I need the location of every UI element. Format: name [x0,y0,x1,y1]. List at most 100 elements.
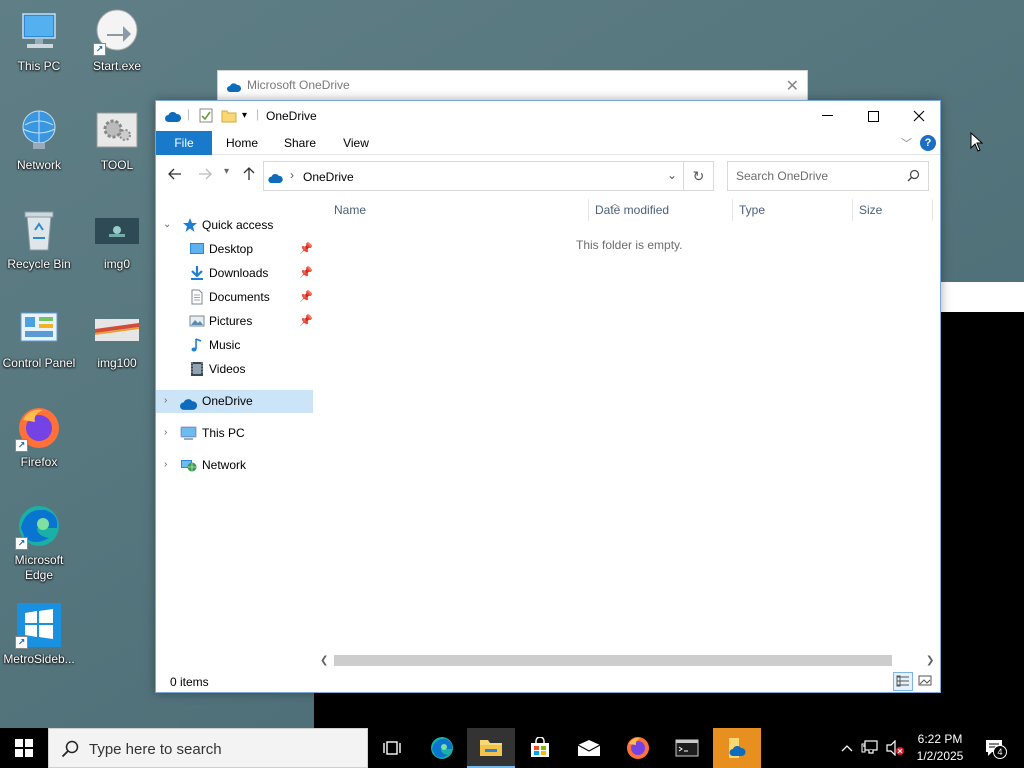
scroll-right-icon[interactable]: ❯ [926,652,934,669]
taskbar-firefox-button[interactable] [614,728,662,768]
refresh-button[interactable]: ↻ [684,161,714,191]
taskbar-search-placeholder: Type here to search [89,741,222,758]
taskbar-search-box[interactable]: Type here to search [48,728,368,768]
taskbar: Type here to search 6:22 PM 1/2/2025 4 [0,728,1024,768]
address-dropdown-chevron-icon[interactable]: ⌄ [667,168,677,182]
file-explorer-window[interactable]: | ▾ | OneDrive File Home Share View ﹀ ? [155,100,941,693]
edge-icon: ↗ [15,502,63,550]
start-button[interactable] [0,728,48,768]
star-icon [182,217,198,233]
forward-button[interactable] [198,167,212,183]
windows-tiles-icon: ↗ [15,601,63,649]
task-view-button[interactable] [368,728,416,768]
desktop-icon-network[interactable]: Network [0,107,78,173]
column-header-type[interactable]: Type [739,203,765,217]
breadcrumb-chevron-icon[interactable]: › [290,168,294,182]
nav-item-music[interactable]: Music [189,334,311,356]
address-bar[interactable]: › OneDrive ⌄ [263,161,684,191]
desktop-icon-start-exe[interactable]: ↗ Start.exe [78,8,156,74]
search-input[interactable] [736,169,896,183]
nav-label: This PC [202,426,245,440]
onedrive-cloud-icon [268,172,283,186]
tab-file[interactable]: File [156,131,212,155]
desktop-icon-img100[interactable]: img100 [78,305,156,371]
expand-chevron-icon[interactable]: › [164,459,167,470]
tab-view[interactable]: View [338,131,374,155]
desktop-icon-control-panel[interactable]: Control Panel [0,305,78,371]
expand-ribbon-chevron-icon[interactable]: ﹀ [901,135,912,151]
volume-tray-button[interactable] [884,728,906,768]
image-file-icon [93,206,141,254]
desktop-icon-tool[interactable]: TOOL [78,107,156,173]
column-divider[interactable] [852,199,853,221]
pin-icon[interactable]: 📌 [299,310,313,332]
breadcrumb-onedrive[interactable]: OneDrive [303,170,354,184]
pin-icon[interactable]: 📌 [299,262,313,284]
details-view-button[interactable] [893,672,913,691]
desktop-icon-firefox[interactable]: ↗ Firefox [0,404,78,470]
desktop-icon-metrosidebar[interactable]: ↗ MetroSideb... [0,601,78,667]
title-bar[interactable]: | ▾ | OneDrive [156,101,940,131]
desktop-icon-label: Recycle Bin [7,257,71,271]
taskbar-file-explorer-button[interactable] [467,728,515,768]
close-icon[interactable]: ✕ [786,76,799,96]
desktop-icon-recycle-bin[interactable]: Recycle Bin [0,206,78,272]
new-folder-icon[interactable] [221,108,237,126]
onedrive-setup-window[interactable]: Microsoft OneDrive ✕ [217,70,808,102]
collapse-chevron-icon[interactable]: ⌄ [163,219,171,230]
window-title: OneDrive [266,109,317,123]
notification-badge: 4 [993,745,1007,759]
nav-item-pictures[interactable]: Pictures 📌 [189,310,313,332]
nav-item-documents[interactable]: Documents 📌 [189,286,313,308]
desktop-icon-img0[interactable]: img0 [78,206,156,272]
show-hidden-icons-button[interactable] [838,728,856,768]
tab-home[interactable]: Home [220,131,264,155]
action-center-button[interactable]: 4 [980,728,1010,768]
scroll-left-icon[interactable]: ❮ [320,652,328,669]
customize-toolbar-chevron-icon[interactable]: ▾ [242,110,247,121]
back-button[interactable] [168,167,182,183]
help-icon[interactable]: ? [920,135,936,151]
network-tray-button[interactable] [860,728,880,768]
column-header-name[interactable]: Name [334,203,366,217]
column-header-date-modified[interactable]: Date modified [595,203,669,217]
pictures-icon [189,313,205,329]
column-divider[interactable] [732,199,733,221]
desktop-white-strip [940,282,1024,312]
network-monitor-icon [861,740,878,754]
taskbar-clock[interactable]: 6:22 PM 1/2/2025 [912,731,968,765]
taskbar-onedrive-setup-button[interactable] [713,728,761,768]
image-file-icon [93,305,141,353]
column-header-size[interactable]: Size [859,203,882,217]
column-divider[interactable] [588,199,589,221]
taskbar-edge-button[interactable] [418,728,466,768]
properties-check-icon[interactable] [199,108,213,126]
pin-icon[interactable]: 📌 [299,286,313,308]
horizontal-scrollbar[interactable]: ❮ ❯ [314,652,942,669]
expand-chevron-icon[interactable]: › [164,395,167,406]
up-button[interactable] [243,167,255,184]
recent-locations-chevron-icon[interactable]: ▾ [224,166,229,177]
scrollbar-thumb[interactable] [334,655,892,666]
search-box[interactable] [727,161,929,191]
expand-chevron-icon[interactable]: › [164,427,167,438]
desktop-icon-this-pc[interactable]: This PC [0,8,78,74]
tab-share[interactable]: Share [280,131,320,155]
ribbon-tabs: File Home Share View ﹀ ? [156,131,940,155]
nav-item-downloads[interactable]: Downloads 📌 [189,262,313,284]
status-bar: 0 items [156,671,940,693]
column-divider[interactable] [932,199,933,221]
nav-item-desktop[interactable]: Desktop 📌 [189,238,313,260]
taskbar-store-button[interactable] [516,728,564,768]
taskbar-terminal-button[interactable] [663,728,711,768]
close-button[interactable] [896,101,942,131]
onedrive-setup-icon [729,738,746,758]
pin-icon[interactable]: 📌 [299,238,313,260]
large-icons-view-button[interactable] [916,672,936,691]
maximize-button[interactable] [850,101,896,131]
shortcut-arrow-icon: ↗ [15,439,28,452]
taskbar-mail-button[interactable] [565,728,613,768]
nav-item-videos[interactable]: Videos [189,358,311,380]
minimize-button[interactable] [804,101,850,131]
desktop-icon-edge[interactable]: ↗ Microsoft Edge [0,502,78,583]
